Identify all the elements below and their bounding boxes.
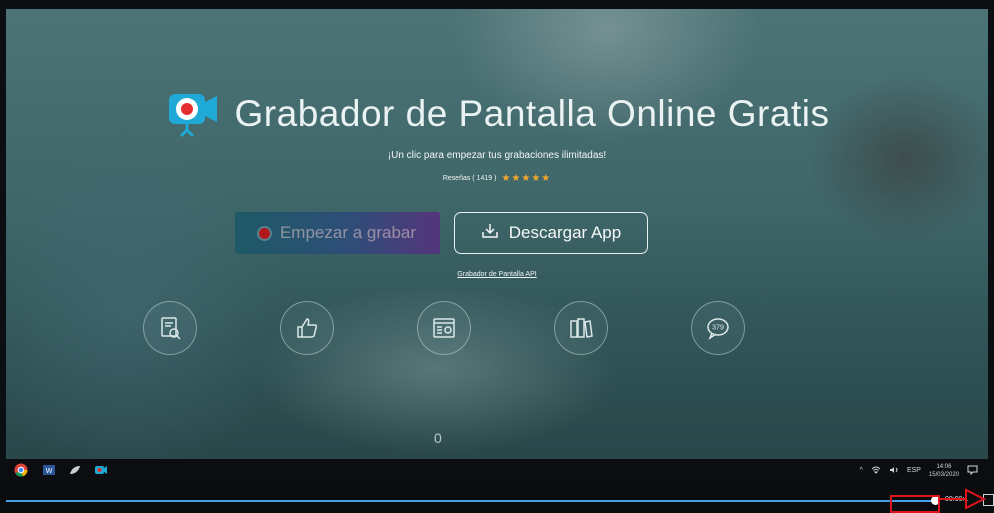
- recorder-logo-icon: [165, 86, 221, 142]
- screen-capture-icon: [433, 318, 455, 338]
- webpage-background: Grabador de Pantalla Online Gratis ¡Un c…: [6, 9, 988, 459]
- rating-stars-icon: ★★★★★: [501, 173, 552, 184]
- feature-comments[interactable]: 379: [691, 301, 745, 355]
- taskbar: W ^ ESP 14:06 15/03/2020: [6, 459, 988, 482]
- reviews[interactable]: Reseñas ( 1419 ) ★★★★★: [6, 173, 988, 184]
- system-tray: ^ ESP 14:06 15/03/2020: [860, 459, 978, 482]
- document-search-icon: [161, 317, 181, 340]
- annotation-arrow-icon: [938, 488, 986, 510]
- thumbs-up-icon: [297, 318, 318, 338]
- comment-count-icon: 379: [707, 318, 729, 340]
- download-app-label: Descargar App: [508, 223, 622, 242]
- subtitle: ¡Un clic para empezar tus grabaciones il…: [387, 150, 607, 161]
- files-icon: [570, 318, 593, 338]
- wifi-icon[interactable]: [871, 466, 881, 476]
- app-icon[interactable]: [68, 463, 82, 477]
- feature-files[interactable]: [554, 301, 608, 355]
- clock[interactable]: 14:06 15/03/2020: [929, 463, 959, 479]
- comment-count: 379: [712, 325, 724, 332]
- clock-date: 15/03/2020: [928, 471, 959, 478]
- feature-document-search[interactable]: [143, 301, 197, 355]
- record-dot-icon: [258, 227, 270, 239]
- api-link[interactable]: Grabador de Pantalla API: [6, 271, 988, 278]
- language-indicator[interactable]: ESP: [907, 467, 921, 474]
- progress-bar[interactable]: [6, 500, 936, 502]
- feature-thumbs-up[interactable]: [280, 301, 334, 355]
- download-app-button[interactable]: Descargar App: [454, 212, 648, 254]
- start-recording-button[interactable]: Empezar a grabar: [235, 212, 440, 254]
- screen: Grabador de Pantalla Online Gratis ¡Un c…: [0, 0, 994, 513]
- page-title: Grabador de Pantalla Online Gratis: [234, 93, 830, 134]
- start-recording-label: Empezar a grabar: [279, 223, 417, 242]
- reviews-label: Reseñas ( 1419 ): [442, 175, 497, 182]
- feature-screen-capture[interactable]: [417, 301, 471, 355]
- volume-icon[interactable]: [889, 466, 899, 476]
- recorder-icon[interactable]: [94, 463, 108, 477]
- download-icon: [481, 223, 499, 244]
- notifications-icon[interactable]: [967, 465, 978, 477]
- chrome-icon[interactable]: [14, 463, 28, 477]
- clock-time: 14:06: [936, 463, 952, 470]
- hero-header: Grabador de Pantalla Online Gratis: [6, 86, 988, 142]
- overlay-digit: 0: [434, 430, 442, 446]
- annotation-highlight-box: [890, 495, 940, 513]
- video-player-bar: 00:00:1: [0, 482, 994, 513]
- word-icon[interactable]: W: [42, 463, 56, 477]
- svg-text:W: W: [46, 468, 53, 475]
- tray-chevron-icon[interactable]: ^: [860, 467, 863, 474]
